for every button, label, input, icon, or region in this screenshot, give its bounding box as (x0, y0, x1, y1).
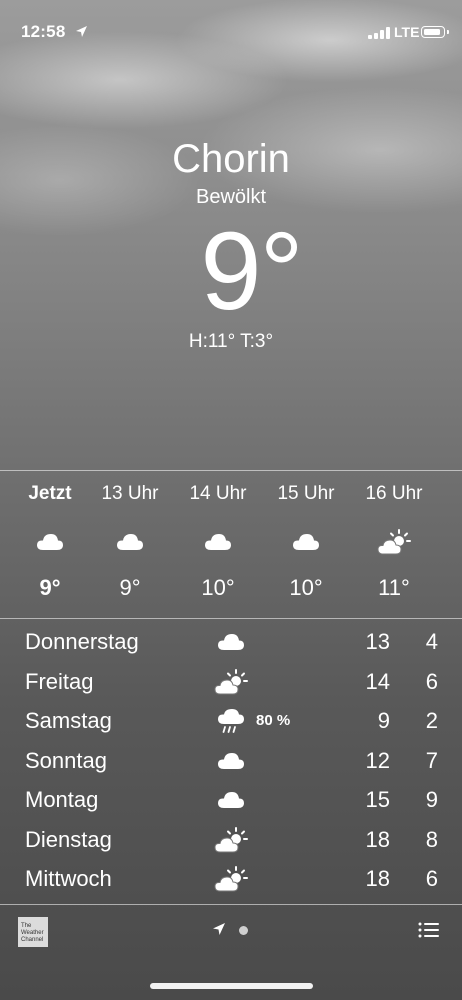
hour-temperature: 9° (119, 575, 141, 600)
daily-row: Samstag 80 % 9 2 (0, 703, 462, 739)
daily-row: Montag 15 9 (0, 782, 462, 818)
day-low: 8 (425, 827, 438, 852)
current-temperature: 9° (200, 210, 303, 333)
current-condition: Bewölkt (195, 186, 267, 208)
day-name: Mittwoch (25, 866, 112, 891)
day-low: 4 (425, 629, 438, 654)
page-indicator-dot[interactable] (239, 926, 248, 935)
partly-sunny-icon (214, 866, 248, 892)
hour-label: 14 Uhr (189, 483, 247, 504)
cloud-icon (218, 792, 244, 808)
location-arrow-icon (76, 26, 87, 37)
day-name: Freitag (25, 669, 94, 694)
daily-row: Dienstag 18 8 (0, 822, 462, 858)
weather-channel-logo-mark: The Weather Channel (21, 923, 44, 943)
cellular-signal-icon (368, 27, 390, 39)
day-high: 13 (365, 629, 390, 654)
day-high: 15 (365, 787, 390, 812)
weather-channel-logo[interactable]: The Weather Channel (18, 917, 48, 947)
partly-sunny-icon (214, 827, 248, 853)
hourly-item: 13 Uhr 9° (85, 483, 175, 601)
day-low: 7 (425, 748, 438, 773)
list-icon[interactable] (418, 921, 440, 939)
hourly-item: 14 Uhr 10° (173, 483, 263, 601)
cloud-icon (117, 534, 143, 550)
daily-row: Freitag 14 6 (0, 664, 462, 700)
status-bar: 12:58 LTE (0, 22, 462, 46)
status-time: 12:58 (21, 22, 66, 41)
hourly-forecast[interactable]: Jetzt 9° 13 Uhr 9° 14 Uhr 10° 15 Uhr 10°… (0, 483, 462, 608)
svg-text:Channel: Channel (21, 937, 43, 943)
day-high: 12 (365, 748, 390, 773)
hour-temperature: 10° (289, 575, 323, 600)
day-high: 9 (377, 708, 390, 733)
divider (0, 470, 462, 471)
day-low: 6 (425, 669, 438, 694)
daily-row: Sonntag 12 7 (0, 743, 462, 779)
cloud-icon (37, 534, 63, 550)
precipitation-probability: 80 % (256, 712, 291, 729)
svg-text:Weather: Weather (21, 930, 44, 936)
hour-label: 13 Uhr (101, 483, 159, 504)
partly-sunny-icon (377, 529, 411, 555)
hourly-item: 1 (426, 483, 462, 509)
cloud-icon (293, 534, 319, 550)
day-name: Sonntag (25, 748, 107, 773)
battery-icon (421, 26, 449, 38)
day-low: 9 (425, 787, 438, 812)
day-low: 2 (425, 708, 438, 733)
rain-icon (218, 709, 244, 733)
hour-label: 15 Uhr (277, 483, 335, 504)
day-name: Samstag (25, 708, 112, 733)
day-name: Donnerstag (25, 629, 139, 654)
divider (0, 618, 462, 619)
day-name: Montag (25, 787, 99, 812)
cloud-icon (205, 534, 231, 550)
hourly-item: 15 Uhr 10° (261, 483, 351, 601)
divider (0, 904, 462, 905)
hour-label: Jetzt (28, 483, 72, 504)
city-name: Chorin (172, 137, 290, 181)
cloud-icon (218, 634, 244, 650)
hourly-item: Jetzt 9° (5, 483, 95, 601)
hour-temperature: 11° (378, 575, 410, 600)
day-high: 14 (365, 669, 390, 694)
svg-text:The: The (21, 923, 32, 929)
cloud-icon (218, 753, 244, 769)
high-low-temperature: H:11° T:3° (188, 331, 274, 352)
daily-row: Mittwoch 18 6 (0, 861, 462, 897)
partly-sunny-icon (214, 669, 248, 695)
current-location-page-icon[interactable] (212, 922, 226, 936)
hour-temperature: 10° (201, 575, 235, 600)
hour-temperature: 9° (39, 575, 61, 600)
home-indicator[interactable] (150, 983, 313, 989)
day-low: 6 (425, 866, 438, 891)
hour-label: 1 (426, 483, 462, 509)
day-high: 18 (365, 866, 390, 891)
day-name: Dienstag (25, 827, 112, 852)
network-type: LTE (394, 24, 420, 40)
daily-row: Donnerstag 13 4 (0, 624, 462, 660)
day-high: 18 (365, 827, 390, 852)
